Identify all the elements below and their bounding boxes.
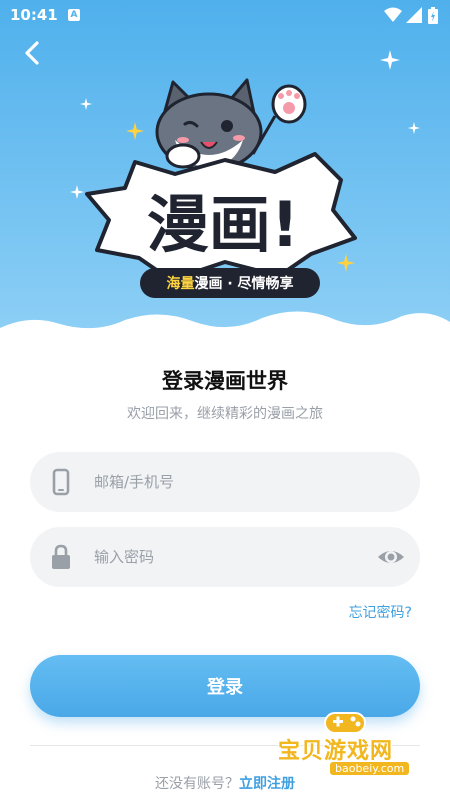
tagline-text: 漫画 · 尽情畅享: [194, 276, 294, 292]
status-bar: 10:41 A: [0, 0, 450, 30]
battery-icon: [428, 7, 438, 24]
sparkle-icon: [408, 122, 420, 134]
logo-tagline: 海量 漫画 · 尽情畅享: [140, 268, 320, 298]
eye-icon[interactable]: [376, 543, 406, 571]
watermark-url: baobeiy.com: [330, 762, 410, 775]
logo-title: 漫画!: [147, 188, 299, 261]
page-subtitle: 欢迎回来，继续精彩的漫画之旅: [127, 406, 323, 422]
cat-mascot: [155, 78, 307, 172]
notification-badge: A: [68, 9, 80, 21]
hero-banner: 10:41 A 漫画! 海量 漫画 · 尽情畅享: [0, 0, 450, 345]
forgot-password-link[interactable]: 忘记密码?: [349, 602, 412, 622]
phone-icon: [52, 468, 70, 496]
watermark: 宝贝游戏网 baobeiy.com: [272, 703, 447, 783]
status-time: 10:41: [10, 6, 58, 24]
signal-icon: [406, 7, 422, 23]
password-field[interactable]: [30, 527, 420, 587]
password-input[interactable]: [94, 527, 364, 587]
no-account-text: 还没有账号？: [155, 776, 239, 792]
watermark-name: 宝贝游戏网: [278, 739, 394, 764]
back-icon[interactable]: [18, 38, 48, 68]
cloud-divider: [0, 311, 450, 345]
account-input[interactable]: [94, 452, 364, 512]
sparkle-icon: [380, 50, 400, 70]
comic-logo: 漫画!: [85, 78, 357, 282]
wifi-icon: [384, 7, 402, 22]
account-field[interactable]: [30, 452, 420, 512]
page-title: 登录漫画世界: [162, 369, 288, 393]
lock-icon: [52, 544, 70, 569]
tagline-highlight: 海量: [166, 276, 195, 292]
